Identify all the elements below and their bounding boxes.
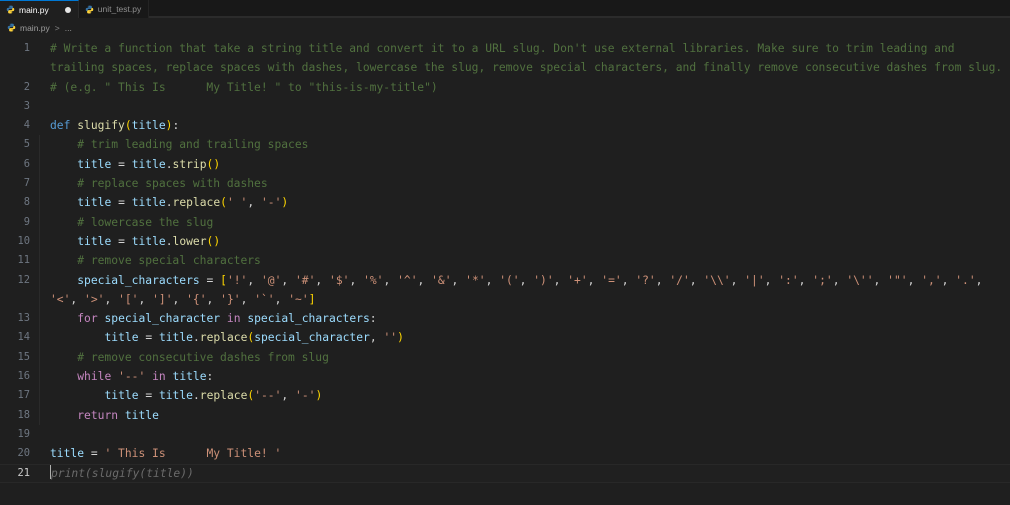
code-line[interactable]: 14 title = title.replace(special_charact… (0, 328, 1010, 348)
line-number: 6 (23, 157, 30, 170)
breadcrumb: main.py > ... (0, 18, 1010, 37)
code-line[interactable]: 13 for special_character in special_char… (0, 309, 1010, 329)
code-line[interactable]: 10 title = title.lower() (0, 231, 1010, 252)
line-number: 14 (17, 331, 30, 344)
code-line[interactable]: 11 # remove special characters (0, 251, 1010, 271)
tab-dirty-indicator[interactable] (64, 6, 71, 13)
python-file-icon (85, 5, 94, 14)
code-line[interactable]: 8 title = title.replace(' ', '-') (0, 193, 1010, 213)
line-number: 21 (17, 466, 30, 479)
code-line[interactable]: 16 while '--' in title: (0, 367, 1010, 387)
tab-label: unit_test.py (97, 4, 142, 14)
python-file-icon (7, 23, 16, 32)
line-number: 1 (23, 42, 30, 54)
line-number: 10 (17, 234, 30, 247)
code-line[interactable]: 2 # (e.g. " This Is My Title! " to "this-… (0, 78, 1010, 97)
code-line[interactable]: 4 def slugify(title): (0, 116, 1010, 135)
python-file-icon (6, 5, 15, 14)
tab-bar: main.py unit_test.py (0, 0, 1010, 18)
line-number: 5 (23, 138, 30, 151)
code-line[interactable]: 6 title = title.strip() (0, 154, 1010, 175)
line-number: 17 (17, 389, 30, 402)
line-number: 7 (23, 177, 30, 190)
line-number: 3 (23, 99, 30, 112)
code-line[interactable]: 15 # remove consecutive dashes from slug (0, 347, 1010, 368)
code-line[interactable]: 9 # lowercase the slug (0, 212, 1010, 232)
code-line-content[interactable]: title = title.strip() (39, 154, 1010, 175)
code-line[interactable]: 1 # Write a function that take a string t… (0, 39, 1010, 78)
code-lines-container[interactable]: 1 # Write a function that take a string t… (0, 37, 1010, 484)
code-line-content[interactable]: # (e.g. " This Is My Title! " to "this-i… (39, 78, 1010, 97)
tab-label: main.py (19, 4, 49, 15)
line-number: 9 (23, 215, 30, 228)
code-line-content[interactable]: title = ' This Is My Title! ' (39, 444, 1010, 463)
line-number: 11 (17, 254, 30, 267)
code-line-content[interactable]: return title (39, 405, 1010, 425)
breadcrumb-separator: > (54, 22, 60, 33)
code-line[interactable]: 7 # replace spaces with dashes (0, 174, 1010, 194)
code-line[interactable]: 18 return title (0, 405, 1010, 425)
code-line-content[interactable] (39, 97, 1010, 116)
line-number: 18 (17, 408, 30, 421)
code-line[interactable]: 20 title = ' This Is My Title! ' (0, 444, 1010, 463)
line-number: 13 (17, 312, 30, 325)
tab-bar-empty-space (149, 0, 1010, 17)
line-number: 20 (17, 447, 30, 460)
code-line-content[interactable]: # lowercase the slug (39, 212, 1010, 232)
code-line[interactable]: 12 special_characters = ['!', '@', '#', … (0, 270, 1010, 310)
code-line[interactable]: 17 title = title.replace('--', '-') (0, 386, 1010, 406)
code-line-content[interactable]: while '--' in title: (39, 367, 1010, 387)
code-line-content[interactable]: # replace spaces with dashes (39, 174, 1010, 194)
code-line-content[interactable]: # Write a function that take a string ti… (39, 39, 1010, 78)
code-line-content[interactable]: title = title.replace(' ', '-') (39, 193, 1010, 213)
tab-unit-test-py[interactable]: unit_test.py (78, 0, 150, 18)
code-line-content[interactable]: # trim leading and trailing spaces (39, 135, 1010, 155)
code-line[interactable]: 5 # trim leading and trailing spaces (0, 135, 1010, 155)
code-line[interactable]: 21 print(slugify(title)) (0, 463, 1010, 484)
breadcrumb-ellipsis[interactable]: ... (65, 23, 72, 33)
line-number: 2 (23, 80, 30, 93)
line-number: 12 (17, 273, 30, 286)
code-line-content[interactable]: for special_character in special_charact… (39, 309, 1010, 329)
code-line-content[interactable]: print(slugify(title)) (39, 464, 1010, 483)
code-line-content[interactable]: title = title.replace(special_character,… (39, 328, 1010, 348)
tab-main-py[interactable]: main.py (0, 0, 79, 18)
code-line-content[interactable]: # remove special characters (39, 251, 1010, 271)
code-editor[interactable]: 1 # Write a function that take a string t… (0, 37, 1010, 505)
line-number: 19 (17, 427, 30, 440)
code-line-content[interactable]: def slugify(title): (39, 116, 1010, 135)
code-line-content[interactable]: title = title.replace('--', '-') (39, 386, 1010, 406)
code-line-content[interactable] (39, 425, 1010, 444)
code-line-content[interactable]: special_characters = ['!', '@', '#', '$'… (39, 270, 1010, 310)
line-number: 8 (23, 196, 30, 209)
line-number: 4 (23, 119, 30, 132)
breadcrumb-file[interactable]: main.py (20, 23, 50, 33)
line-number: 15 (17, 350, 30, 363)
code-line-content[interactable]: title = title.lower() (39, 231, 1010, 252)
code-line-content[interactable]: # remove consecutive dashes from slug (39, 347, 1010, 368)
code-line[interactable]: 19 (0, 425, 1010, 444)
line-number: 16 (17, 370, 30, 383)
inline-suggestion[interactable]: print(slugify(title)) (51, 467, 194, 480)
code-line[interactable]: 3 (0, 97, 1010, 116)
